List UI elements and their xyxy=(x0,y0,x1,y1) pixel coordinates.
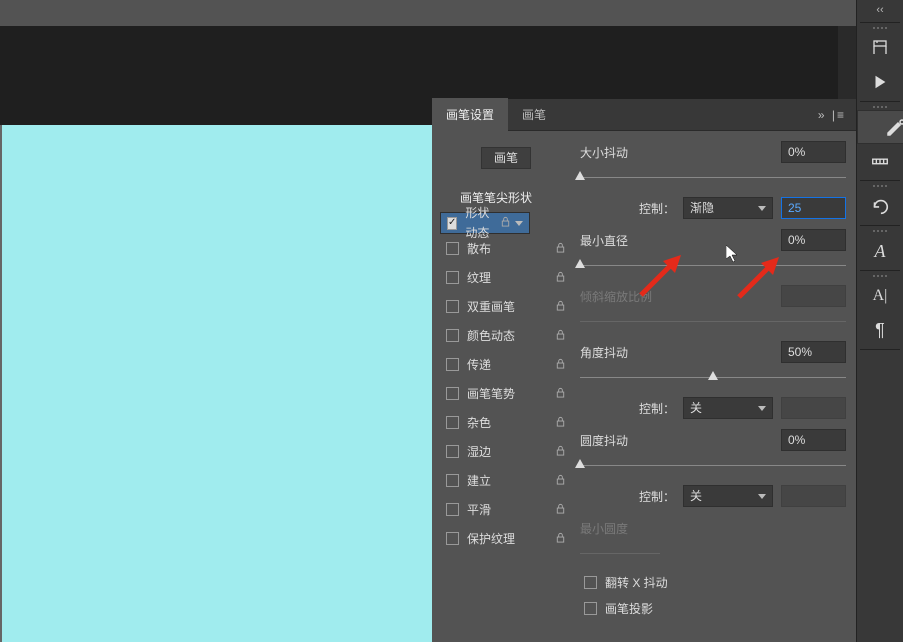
option-9[interactable]: 建立 xyxy=(440,466,572,495)
angle-jitter-label: 角度抖动 xyxy=(580,344,781,361)
lock-icon[interactable] xyxy=(552,300,568,314)
roundness-jitter-slider[interactable] xyxy=(580,459,846,473)
brush-preset-button[interactable]: 画笔 xyxy=(481,147,531,169)
option-checkbox[interactable] xyxy=(446,358,459,371)
option-1[interactable]: 散布 xyxy=(440,234,572,263)
option-label: 双重画笔 xyxy=(467,298,515,315)
option-checkbox[interactable] xyxy=(446,329,459,342)
lock-icon[interactable] xyxy=(552,271,568,285)
option-checkbox[interactable] xyxy=(446,416,459,429)
option-label: 保护纹理 xyxy=(467,530,515,547)
lock-icon[interactable] xyxy=(552,416,568,430)
control3-select[interactable]: 关 xyxy=(683,485,773,507)
flipx-checkbox[interactable] xyxy=(584,576,597,589)
lock-icon[interactable] xyxy=(552,387,568,401)
option-label: 湿边 xyxy=(467,443,491,460)
undo-icon[interactable] xyxy=(857,189,903,223)
control2-label: 控制： xyxy=(639,400,675,417)
lock-icon[interactable] xyxy=(500,213,511,233)
option-label: 颜色动态 xyxy=(467,327,515,344)
min-diameter-slider[interactable] xyxy=(580,259,846,273)
control1-label: 控制： xyxy=(639,200,675,217)
collapse-icon[interactable]: ‹‹ xyxy=(857,0,903,20)
option-checkbox[interactable] xyxy=(446,503,459,516)
history-icon[interactable] xyxy=(857,31,903,65)
option-label: 传递 xyxy=(467,356,491,373)
option-checkbox[interactable] xyxy=(446,300,459,313)
projection-checkbox[interactable] xyxy=(584,602,597,615)
option-6[interactable]: 画笔笔势 xyxy=(440,379,572,408)
option-checkbox[interactable] xyxy=(446,474,459,487)
option-checkbox[interactable] xyxy=(446,242,459,255)
tab-brush[interactable]: 画笔 xyxy=(508,98,560,131)
control2-select[interactable]: 关 xyxy=(683,397,773,419)
brush-tip-shape[interactable]: 画笔笔尖形状 xyxy=(440,183,572,212)
roundness-jitter-label: 圆度抖动 xyxy=(580,432,781,449)
option-checkbox[interactable] xyxy=(446,532,459,545)
paragraph-icon[interactable]: ¶ xyxy=(857,313,903,347)
option-label: 画笔笔势 xyxy=(467,385,515,402)
option-11[interactable]: 保护纹理 xyxy=(440,524,572,553)
control3-label: 控制： xyxy=(639,488,675,505)
panel-menu-icon[interactable]: » |≡ xyxy=(808,108,856,122)
min-diameter-value[interactable]: 0% xyxy=(781,229,846,251)
option-label: 平滑 xyxy=(467,501,491,518)
character-icon[interactable]: A xyxy=(857,234,903,268)
flipx-label: 翻转 X 抖动 xyxy=(605,574,668,591)
option-8[interactable]: 湿边 xyxy=(440,437,572,466)
min-roundness-slider xyxy=(580,547,660,561)
lock-icon[interactable] xyxy=(552,329,568,343)
lock-icon[interactable] xyxy=(552,242,568,256)
option-checkbox[interactable] xyxy=(446,387,459,400)
control1-value[interactable]: 25 xyxy=(781,197,846,219)
option-label: 杂色 xyxy=(467,414,491,431)
lock-icon[interactable] xyxy=(552,503,568,517)
option-10[interactable]: 平滑 xyxy=(440,495,572,524)
min-roundness-label: 最小圆度 xyxy=(580,520,846,537)
tilt-scale-value xyxy=(781,285,846,307)
min-diameter-label: 最小直径 xyxy=(580,232,781,249)
angle-jitter-slider[interactable] xyxy=(580,371,846,385)
option-5[interactable]: 传递 xyxy=(440,350,572,379)
right-toolbar: ‹‹ A A| ¶ xyxy=(856,0,903,642)
angle-jitter-value[interactable]: 50% xyxy=(781,341,846,363)
roundness-jitter-value[interactable]: 0% xyxy=(781,429,846,451)
paragraph-a-icon[interactable]: A| xyxy=(857,279,903,313)
control1-select[interactable]: 渐隐 xyxy=(683,197,773,219)
option-3[interactable]: 双重画笔 xyxy=(440,292,572,321)
option-checkbox[interactable] xyxy=(446,445,459,458)
brush-panel-icon[interactable] xyxy=(857,110,903,144)
projection-label: 画笔投影 xyxy=(605,600,653,617)
option-label: 形状动态 xyxy=(465,203,499,243)
size-jitter-value[interactable]: 0% xyxy=(781,141,846,163)
tab-brush-settings[interactable]: 画笔设置 xyxy=(432,98,508,131)
brush-settings-panel: 画笔设置 画笔 » |≡ 画笔 画笔笔尖形状 ✓形状动态散布纹理双重画笔颜色动态… xyxy=(432,99,856,642)
cursor-icon xyxy=(726,245,740,268)
option-label: 纹理 xyxy=(467,269,491,286)
swatches-icon[interactable] xyxy=(857,144,903,178)
control3-value xyxy=(781,485,846,507)
option-7[interactable]: 杂色 xyxy=(440,408,572,437)
option-2[interactable]: 纹理 xyxy=(440,263,572,292)
lock-icon[interactable] xyxy=(552,358,568,372)
canvas-area[interactable] xyxy=(0,125,432,642)
play-icon[interactable] xyxy=(857,65,903,99)
tilt-scale-slider xyxy=(580,315,846,329)
option-checkbox[interactable]: ✓ xyxy=(447,217,457,230)
lock-icon[interactable] xyxy=(552,532,568,546)
lock-icon[interactable] xyxy=(552,445,568,459)
lock-icon[interactable] xyxy=(552,474,568,488)
option-label: 建立 xyxy=(467,472,491,489)
option-4[interactable]: 颜色动态 xyxy=(440,321,572,350)
tilt-scale-label: 倾斜缩放比例 xyxy=(580,288,781,305)
size-jitter-label: 大小抖动 xyxy=(580,144,781,161)
size-jitter-slider[interactable] xyxy=(580,171,846,185)
option-0[interactable]: ✓形状动态 xyxy=(440,212,530,234)
control2-value xyxy=(781,397,846,419)
option-checkbox[interactable] xyxy=(446,271,459,284)
